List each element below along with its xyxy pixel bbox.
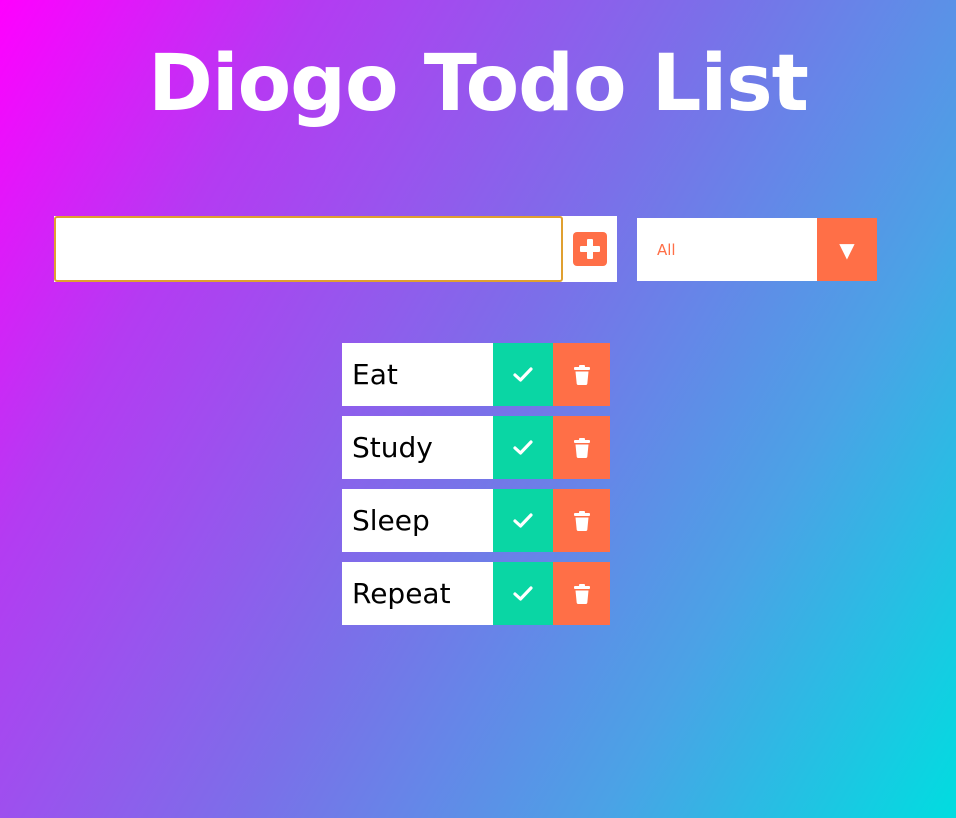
- check-icon: [513, 512, 533, 528]
- complete-button[interactable]: [493, 489, 553, 552]
- todo-item: Sleep: [342, 489, 610, 552]
- filter-selected-value: All: [657, 240, 676, 259]
- check-icon: [513, 366, 533, 382]
- todo-item: Study: [342, 416, 610, 479]
- complete-button[interactable]: [493, 416, 553, 479]
- check-icon: [513, 439, 533, 455]
- caret-down-icon: ▼: [817, 218, 877, 281]
- todo-item: Eat: [342, 343, 610, 406]
- todo-list: Eat Study Sleep Repeat: [342, 343, 610, 635]
- filter-select[interactable]: All ▼: [637, 218, 877, 281]
- trash-icon: [573, 437, 590, 458]
- delete-button[interactable]: [553, 489, 610, 552]
- trash-icon: [573, 510, 590, 531]
- todo-text: Eat: [352, 358, 398, 391]
- add-todo-button[interactable]: [563, 216, 617, 282]
- page-title: Diogo Todo List: [148, 39, 809, 129]
- todo-form: [54, 216, 617, 282]
- delete-button[interactable]: [553, 343, 610, 406]
- trash-icon: [573, 583, 590, 604]
- todo-text: Study: [352, 431, 433, 464]
- delete-button[interactable]: [553, 416, 610, 479]
- complete-button[interactable]: [493, 343, 553, 406]
- check-icon: [513, 585, 533, 601]
- todo-text: Sleep: [352, 504, 430, 537]
- trash-icon: [573, 364, 590, 385]
- todo-input[interactable]: [54, 216, 563, 282]
- todo-text: Repeat: [352, 577, 451, 610]
- plus-square-icon: [573, 232, 607, 266]
- complete-button[interactable]: [493, 562, 553, 625]
- delete-button[interactable]: [553, 562, 610, 625]
- todo-item: Repeat: [342, 562, 610, 625]
